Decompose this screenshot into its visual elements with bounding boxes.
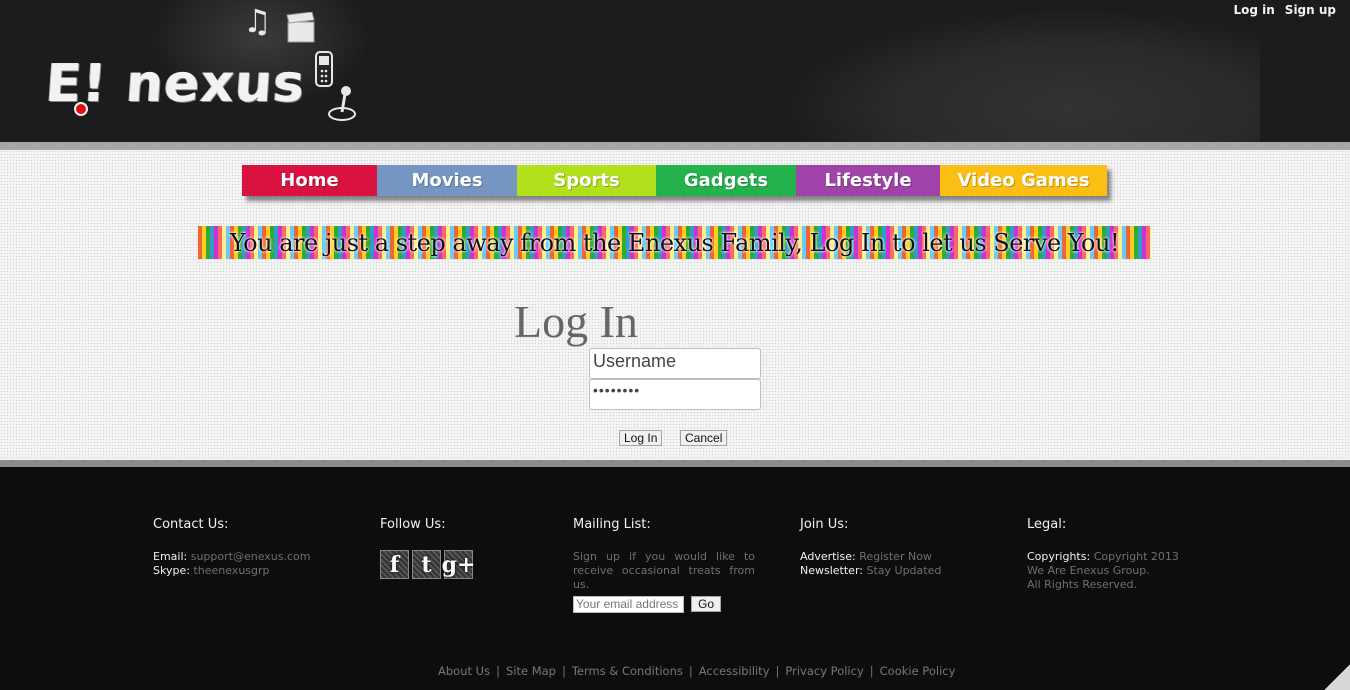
welcome-banner: You are just a step away from the Enexus…	[198, 226, 1151, 259]
clapperboard-icon	[286, 12, 315, 43]
newsletter-label: Newsletter:	[800, 564, 863, 577]
nav-lifestyle[interactable]: Lifestyle	[796, 165, 940, 196]
nav-sports[interactable]: Sports	[517, 165, 656, 196]
site-header: E! nexus ♫ Log in Sign up	[0, 0, 1350, 142]
advertise-label: Advertise:	[800, 550, 856, 563]
footer-links: About Us | Site Map | Terms & Conditions | …	[438, 664, 956, 678]
nav-movies[interactable]: Movies	[377, 165, 517, 196]
login-link[interactable]: Log in	[1233, 3, 1274, 17]
footer-divider	[0, 460, 1350, 467]
twitter-icon[interactable]: t	[412, 550, 441, 579]
nav-video-games[interactable]: Video Games	[940, 165, 1107, 196]
main-navigation: Home Movies Sports Gadgets Lifestyle Vid…	[242, 165, 1107, 196]
password-input[interactable]: ••••••••	[589, 379, 761, 410]
footer-follow: Follow Us: f t g+	[380, 517, 475, 579]
facebook-icon[interactable]: f	[380, 550, 409, 579]
cancel-button[interactable]: Cancel	[680, 430, 728, 446]
mailing-form: Your email address Go	[573, 596, 755, 613]
stay-updated-link[interactable]: Stay Updated	[866, 564, 941, 577]
site-footer: Contact Us: Email: support@enexus.com Sk…	[0, 467, 1350, 690]
music-note-icon: ♫	[243, 2, 272, 40]
email-label: Email:	[153, 550, 188, 563]
skype-value[interactable]: theenexusgrp	[193, 564, 269, 577]
joystick-icon	[328, 86, 356, 121]
subscribe-go-button[interactable]: Go	[691, 596, 722, 612]
mailing-heading: Mailing List:	[573, 517, 651, 532]
email-subscribe-input[interactable]: Your email address	[573, 596, 684, 613]
terms-link[interactable]: Terms & Conditions	[572, 664, 683, 678]
account-links: Log in Sign up	[1233, 3, 1336, 17]
skype-label: Skype:	[153, 564, 190, 577]
copyright-value: Copyright 2013	[1093, 550, 1179, 563]
footer-contact: Contact Us: Email: support@enexus.com Sk…	[153, 517, 310, 578]
footer-legal: Legal: Copyrights: Copyright 2013 We Are…	[1027, 517, 1179, 592]
footer-join: Join Us: Advertise: Register Now Newslet…	[800, 517, 941, 578]
signup-link[interactable]: Sign up	[1285, 3, 1336, 17]
join-heading: Join Us:	[800, 517, 849, 532]
register-now-link[interactable]: Register Now	[859, 550, 932, 563]
header-divider	[0, 142, 1350, 150]
legal-line-2: We Are Enexus Group.	[1027, 564, 1150, 577]
social-icons: f t g+	[380, 550, 475, 579]
legal-line-3: All Rights Reserved.	[1027, 578, 1138, 591]
login-button[interactable]: Log In	[619, 430, 663, 446]
cookie-policy-link[interactable]: Cookie Policy	[880, 664, 956, 678]
nav-home[interactable]: Home	[242, 165, 377, 196]
nav-gadgets[interactable]: Gadgets	[656, 165, 796, 196]
site-map-link[interactable]: Site Map	[506, 664, 556, 678]
main-content: Home Movies Sports Gadgets Lifestyle Vid…	[0, 150, 1350, 460]
copyright-label: Copyrights:	[1027, 550, 1091, 563]
username-input[interactable]: Username	[589, 348, 761, 379]
about-us-link[interactable]: About Us	[438, 664, 490, 678]
google-plus-icon[interactable]: g+	[442, 550, 475, 579]
login-title: Log In	[514, 296, 638, 347]
accessibility-link[interactable]: Accessibility	[699, 664, 770, 678]
header-texture-map	[790, 10, 1260, 142]
mailing-text: Sign up if you would like to receive occ…	[573, 550, 755, 591]
footer-mailing: Mailing List: Sign up if you would like …	[573, 517, 755, 613]
contact-heading: Contact Us:	[153, 517, 229, 532]
legal-heading: Legal:	[1027, 517, 1067, 532]
privacy-policy-link[interactable]: Privacy Policy	[785, 664, 863, 678]
logo-dot	[74, 102, 88, 116]
follow-heading: Follow Us:	[380, 517, 446, 532]
page-curl-corner	[1324, 664, 1350, 690]
email-value[interactable]: support@enexus.com	[191, 550, 311, 563]
welcome-banner-text: You are just a step away from the Enexus…	[229, 228, 1120, 257]
